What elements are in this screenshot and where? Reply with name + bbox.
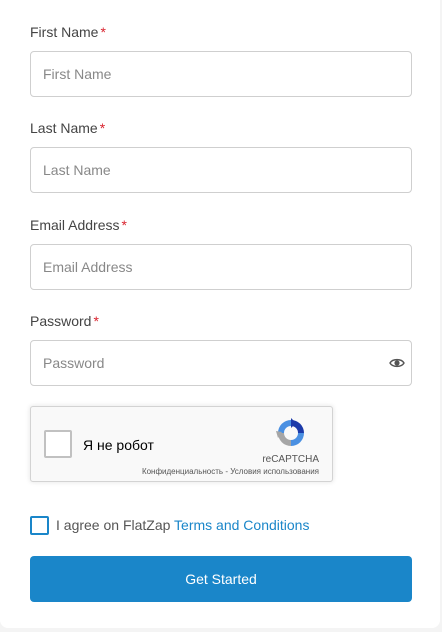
password-input[interactable] [30, 340, 412, 386]
password-label: Password * [30, 313, 99, 329]
password-label-text: Password [30, 313, 92, 329]
required-mark: * [93, 313, 99, 329]
required-mark: * [121, 217, 127, 233]
recaptcha-privacy-link[interactable]: Конфиденциальность [142, 467, 223, 476]
recaptcha-widget: Я не робот reCAPTCHA Конфиденциальность … [30, 406, 333, 482]
email-label-text: Email Address [30, 217, 120, 233]
first-name-label-text: First Name [30, 24, 99, 40]
last-name-input[interactable] [30, 147, 412, 193]
email-input[interactable] [30, 244, 412, 290]
last-name-label-text: Last Name [30, 120, 98, 136]
recaptcha-label: Я не робот [83, 437, 154, 453]
terms-checkbox[interactable] [30, 516, 49, 535]
first-name-input[interactable] [30, 51, 412, 97]
recaptcha-checkbox[interactable] [44, 430, 72, 458]
terms-agreement: I agree on FlatZap Terms and Conditions [56, 517, 309, 533]
last-name-label: Last Name * [30, 120, 105, 136]
signup-form: First Name* Last Name* Email Address* Pa… [0, 0, 440, 628]
terms-link[interactable]: Terms and Conditions [174, 517, 309, 533]
required-mark: * [100, 24, 106, 40]
get-started-button[interactable]: Get Started [30, 556, 412, 602]
recaptcha-terms-link[interactable]: Условия использования [230, 467, 319, 476]
eye-icon[interactable] [389, 355, 405, 371]
email-label: Email Address * [30, 217, 127, 233]
first-name-label: First Name * [30, 24, 106, 40]
recaptcha-logo-icon [276, 418, 304, 446]
required-mark: * [99, 120, 106, 136]
terms-agreement-text: I agree on FlatZap [56, 517, 171, 533]
recaptcha-brand: reCAPTCHA [262, 454, 319, 465]
recaptcha-links: Конфиденциальность - Условия использован… [142, 467, 319, 476]
